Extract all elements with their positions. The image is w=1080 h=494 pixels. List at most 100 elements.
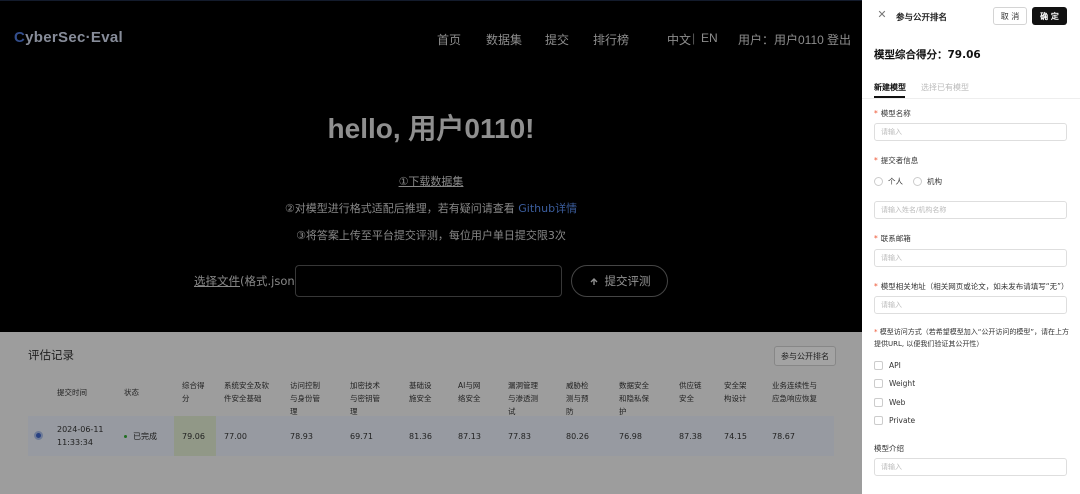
- access-option-web[interactable]: Web: [874, 398, 905, 407]
- col-header: 业务连续性与应急响应恢复: [772, 381, 817, 403]
- access-option-label: Weight: [889, 379, 916, 388]
- col-header: 综合得分: [182, 381, 205, 403]
- lang-en[interactable]: EN: [701, 31, 718, 45]
- logo[interactable]: CyberSec·Eval: [14, 29, 123, 46]
- choose-file-link[interactable]: 选择文件: [194, 274, 240, 288]
- status-badge: 已完成: [133, 431, 157, 441]
- score-cell: 69.71: [350, 431, 373, 441]
- file-label: 选择文件(格式.json): [194, 273, 299, 289]
- col-header: 数据安全和隐私保护: [619, 381, 649, 416]
- checkbox[interactable]: [874, 361, 883, 370]
- logo-c: C: [14, 29, 26, 46]
- file-input[interactable]: [295, 265, 562, 297]
- submitter-label: * 提交者信息: [874, 155, 918, 166]
- lang-zh[interactable]: 中文: [667, 31, 691, 48]
- access-option-api[interactable]: API: [874, 361, 901, 370]
- greeting: hello, 用户0110!: [327, 113, 535, 144]
- submit-clock: 11:33:34: [57, 438, 93, 447]
- col-header: 安全架构设计: [724, 381, 747, 403]
- access-option-label: Private: [889, 416, 916, 425]
- col-header: AI与网络安全: [458, 381, 481, 403]
- col-header: 提交时间: [57, 388, 87, 397]
- score-cell: 77.83: [508, 431, 531, 441]
- radio-circle[interactable]: [913, 177, 922, 186]
- model-score: 模型综合得分：79.06: [874, 49, 981, 61]
- logout-link[interactable]: 登出: [827, 31, 851, 48]
- upload-icon: [590, 278, 597, 285]
- col-header: 供应链安全: [679, 381, 702, 403]
- submit-eval-label: 提交评测: [604, 274, 651, 288]
- col-header: 基础设施安全: [409, 381, 432, 403]
- nav-home[interactable]: 首页: [437, 31, 461, 48]
- close-icon[interactable]: ✕: [876, 9, 888, 21]
- score-cell: 80.26: [566, 431, 589, 441]
- tab-new-model[interactable]: 新建模型: [874, 82, 906, 93]
- required-mark: *: [874, 234, 878, 243]
- table-header: 提交时间 状态 综合得分 系统安全及软件安全基础 访问控制与身份管理 加密技术与…: [28, 374, 834, 416]
- tab-existing-model[interactable]: 选择已有模型: [921, 82, 969, 93]
- join-ranking-button[interactable]: 参与公开排名: [774, 346, 836, 366]
- email-label-text: 联系邮箱: [880, 234, 911, 243]
- confirm-button[interactable]: 确 定: [1032, 7, 1067, 25]
- tab-active-indicator: [874, 96, 905, 98]
- download-dataset-link[interactable]: ①下载数据集: [399, 175, 464, 188]
- score-cell: 78.93: [290, 431, 313, 441]
- col-header: 系统安全及软件安全基础: [224, 381, 269, 403]
- radio-person-label: 个人: [888, 177, 903, 186]
- col-header: 漏洞管理与渗透测试: [508, 381, 538, 416]
- overall-score: 79.06: [174, 416, 216, 456]
- model-name-label: * 模型名称: [874, 108, 911, 119]
- model-name-input[interactable]: 请输入: [874, 123, 1067, 141]
- user-name[interactable]: 用户：用户0110: [738, 31, 824, 48]
- intro-label: 模型介绍: [874, 444, 904, 453]
- url-input[interactable]: 请输入: [874, 296, 1067, 314]
- step-inference: ②对模型进行格式适配后推理，若有疑问请查看 Github详情: [0, 200, 862, 216]
- score-cell: 76.98: [619, 431, 642, 441]
- checkbox[interactable]: [874, 398, 883, 407]
- score-cell: 81.36: [409, 431, 432, 441]
- submitter-label-text: 提交者信息: [880, 156, 919, 165]
- intro-input[interactable]: 请输入: [874, 458, 1067, 476]
- drawer-title: 参与公开排名: [896, 13, 948, 23]
- submitter-input[interactable]: 请输入姓名/机构名称: [874, 201, 1067, 219]
- table-row[interactable]: 2024-06-11 11:33:34 已完成 79.06 77.00 78.9…: [28, 416, 834, 456]
- access-option-private[interactable]: Private: [874, 416, 915, 425]
- step-download[interactable]: ①下载数据集: [0, 173, 862, 189]
- nav-dataset[interactable]: 数据集: [486, 31, 522, 48]
- submit-time: 2024-06-11 11:33:34: [57, 416, 104, 456]
- radio-org[interactable]: 机构: [913, 176, 942, 187]
- access-option-label: Web: [889, 398, 906, 407]
- col-header: 访问控制与身份管理: [290, 381, 320, 416]
- access-label-text: 模型访问方式（若希望模型加入“公开访问的模型”，请在上方提供URL, 以便我们验…: [874, 328, 1069, 348]
- lang-separator: |: [692, 31, 696, 45]
- status-dot-icon: [124, 434, 127, 438]
- checkbox[interactable]: [874, 379, 883, 388]
- url-label: * 模型相关地址（相关网页或论文，如未发布请填写“无”）: [874, 281, 1069, 292]
- radio-org-label: 机构: [927, 177, 942, 186]
- score-cell: 74.15: [724, 431, 747, 441]
- radio-person[interactable]: 个人: [874, 176, 903, 187]
- email-field[interactable]: 请输入: [874, 249, 1067, 267]
- submit-eval-button[interactable]: 提交评测: [571, 265, 668, 297]
- radio-circle[interactable]: [874, 177, 883, 186]
- submit-date: 2024-06-11: [57, 425, 104, 434]
- required-mark: *: [874, 156, 878, 165]
- score-cell: 87.13: [458, 431, 481, 441]
- required-mark: *: [874, 282, 878, 291]
- model-name-label-text: 模型名称: [880, 109, 911, 118]
- logo-text: yberSec·Eval: [25, 29, 123, 46]
- cancel-button[interactable]: 取 消: [993, 7, 1027, 25]
- step-upload: ③将答案上传至平台提交评测，每位用户单日提交限3次: [296, 229, 566, 242]
- access-option-weight[interactable]: Weight: [874, 379, 915, 388]
- row-radio[interactable]: [34, 431, 43, 440]
- score-cell: 87.38: [679, 431, 702, 441]
- col-header: 状态: [124, 388, 139, 397]
- github-link[interactable]: Github详情: [518, 202, 577, 215]
- nav-leaderboard[interactable]: 排行榜: [593, 31, 629, 48]
- col-header: 威胁检测与预防: [566, 381, 589, 416]
- format-hint: (格式.json): [240, 274, 300, 288]
- url-label-text: 模型相关地址（相关网页或论文，如未发布请填写“无”）: [880, 282, 1069, 291]
- nav-submit[interactable]: 提交: [545, 31, 569, 48]
- checkbox[interactable]: [874, 416, 883, 425]
- col-header: 加密技术与密钥管理: [350, 381, 380, 416]
